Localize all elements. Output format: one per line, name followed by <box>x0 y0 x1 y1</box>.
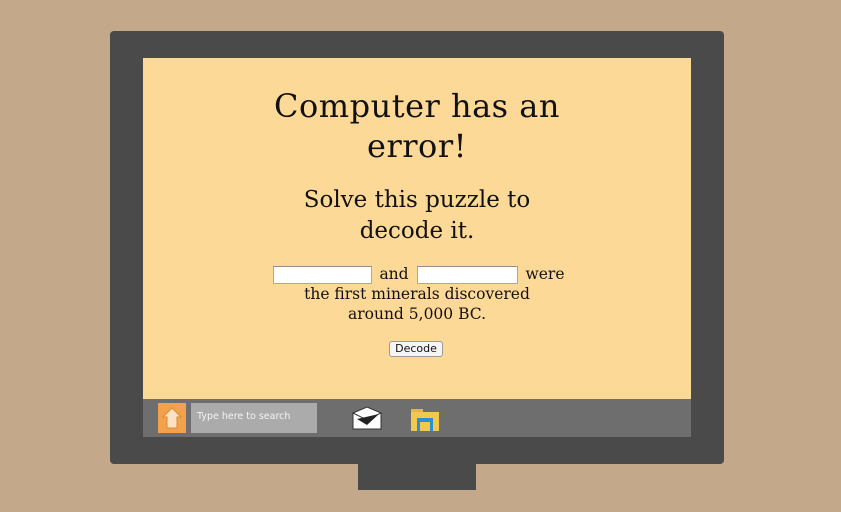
answer-input-1[interactable] <box>272 266 372 284</box>
puzzle-line-2: the first minerals discovered <box>304 285 530 303</box>
decode-button[interactable]: Decode <box>389 341 443 357</box>
puzzle-after-blank: were <box>525 265 565 283</box>
page-subtitle: Solve this puzzle to decode it. <box>143 185 691 247</box>
puzzle-line-3: around 5,000 BC. <box>347 305 486 323</box>
monitor-stand <box>358 462 476 490</box>
home-icon <box>161 407 183 429</box>
title-line-2: error! <box>367 127 467 165</box>
folder-icon[interactable] <box>409 405 441 433</box>
subtitle-line-1: Solve this puzzle to <box>303 187 531 213</box>
puzzle-text: and were the first minerals discovered a… <box>143 264 691 324</box>
title-line-1: Computer has an <box>274 87 560 125</box>
puzzle-connector: and <box>379 265 409 283</box>
start-button[interactable] <box>158 403 186 433</box>
mail-icon[interactable] <box>351 405 383 431</box>
error-screen: Computer has an error! Solve this puzzle… <box>143 58 691 399</box>
answer-input-2[interactable] <box>416 266 518 284</box>
puzzle-line-1: and were <box>143 264 691 284</box>
subtitle-line-2: decode it. <box>359 218 475 244</box>
page-title: Computer has an error! <box>143 86 691 166</box>
search-placeholder: Type here to search <box>197 411 291 422</box>
taskbar: Type here to search <box>143 399 691 437</box>
search-input[interactable]: Type here to search <box>191 403 317 433</box>
